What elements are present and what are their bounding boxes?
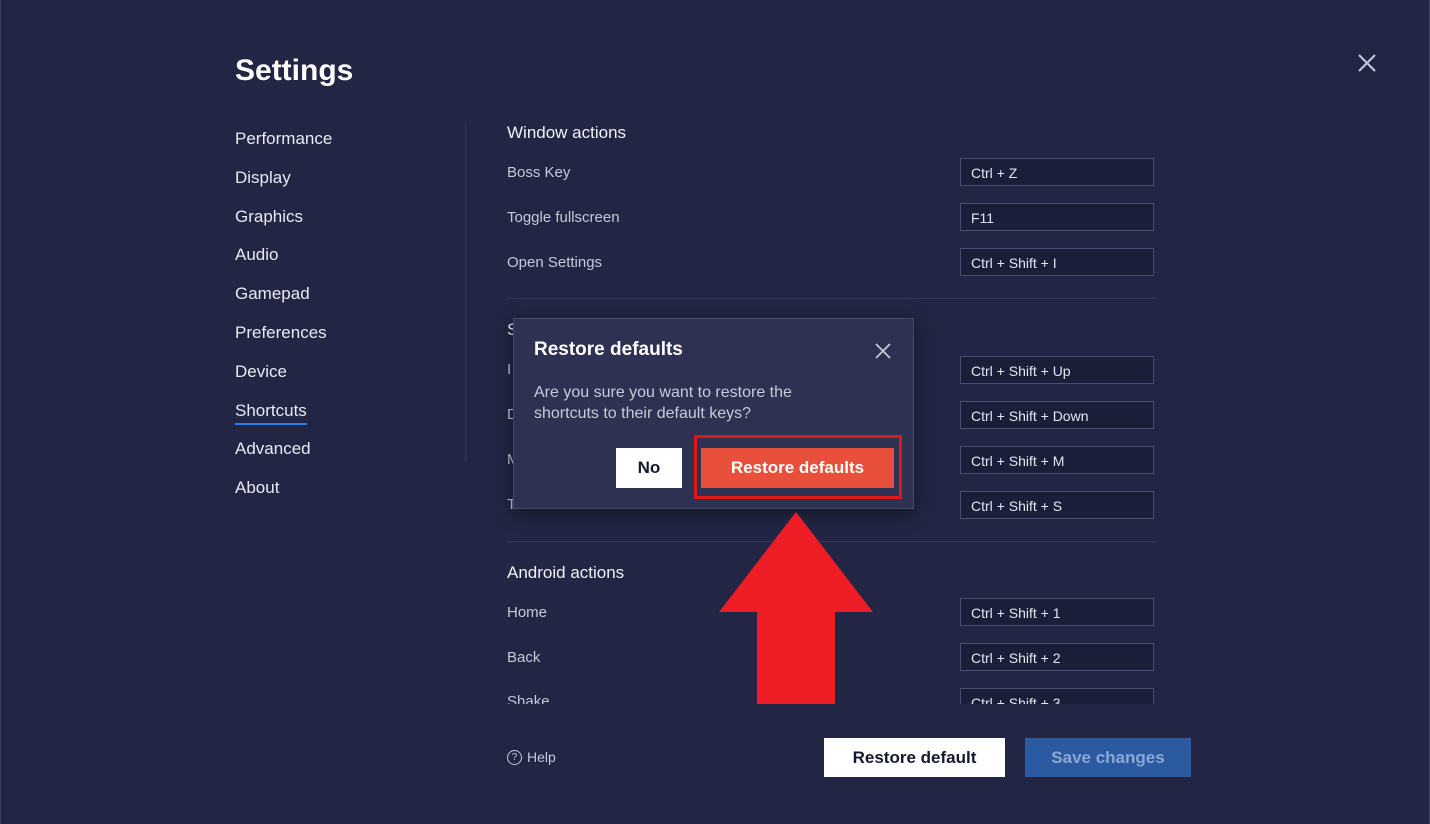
dialog-title: Restore defaults	[534, 339, 683, 360]
help-circle-icon: ?	[507, 749, 522, 765]
sidebar-nav: Performance Display Graphics Audio Gamep…	[235, 128, 332, 516]
shortcut-label: Shake	[507, 693, 550, 704]
shortcut-label: Open Settings	[507, 254, 603, 271]
shortcut-key-input[interactable]: Ctrl + Shift + 2	[960, 643, 1154, 671]
shortcut-key-input[interactable]: F11	[960, 203, 1154, 231]
shortcut-key-input[interactable]: Ctrl + Shift + S	[960, 491, 1154, 519]
shortcut-label: Home	[507, 604, 548, 621]
sidebar-item-label: Graphics	[235, 206, 304, 226]
sidebar-item-label: Gamepad	[235, 284, 310, 304]
shortcut-key-input[interactable]: Ctrl + Shift + 1	[960, 598, 1154, 626]
help-link[interactable]: ? Help	[507, 749, 556, 765]
save-changes-button[interactable]: Save changes	[1025, 738, 1191, 777]
shortcut-label: I	[507, 361, 512, 378]
shortcut-label: Toggle fullscreen	[507, 209, 620, 226]
sidebar-item-display[interactable]: Display	[235, 167, 332, 206]
sidebar-item-preferences[interactable]: Preferences	[235, 322, 332, 361]
sidebar-item-graphics[interactable]: Graphics	[235, 206, 332, 245]
annotation-highlight-box	[694, 435, 902, 499]
sidebar-item-label: Display	[235, 167, 291, 187]
sidebar-divider	[465, 123, 466, 463]
section-title-android-actions: Android actions	[507, 563, 625, 582]
sidebar-item-device[interactable]: Device	[235, 361, 332, 400]
sidebar-item-label: Device	[235, 361, 287, 381]
sidebar-item-audio[interactable]: Audio	[235, 244, 332, 283]
shortcut-key-input[interactable]: Ctrl + Shift + M	[960, 446, 1154, 474]
no-button[interactable]: No	[616, 448, 682, 488]
section-divider	[507, 298, 1156, 299]
help-label: Help	[527, 749, 556, 765]
shortcut-key-input[interactable]: Ctrl + Shift + Down	[960, 401, 1154, 429]
shortcut-key-input[interactable]: Ctrl + Shift + Up	[960, 356, 1154, 384]
restore-default-button[interactable]: Restore default	[824, 738, 1005, 777]
sidebar-item-label: Advanced	[235, 439, 311, 459]
sidebar-item-label: Performance	[235, 129, 333, 148]
close-icon[interactable]	[1354, 50, 1380, 76]
shortcut-key-input[interactable]: Ctrl + Z	[960, 158, 1154, 186]
close-icon[interactable]	[873, 341, 893, 361]
section-title-window-actions: Window actions	[507, 123, 627, 142]
sidebar-item-gamepad[interactable]: Gamepad	[235, 283, 332, 322]
window-border-left	[0, 0, 1, 824]
red-arrow-up-icon	[719, 512, 873, 704]
sidebar-item-shortcuts[interactable]: Shortcuts	[235, 400, 332, 439]
sidebar-item-performance[interactable]: Performance	[235, 128, 332, 167]
sidebar-item-about[interactable]: About	[235, 477, 332, 516]
shortcut-label: Boss Key	[507, 164, 571, 181]
sidebar-item-label: Audio	[235, 245, 279, 265]
sidebar-item-advanced[interactable]: Advanced	[235, 438, 332, 477]
shortcut-label: Back	[507, 649, 541, 666]
sidebar-item-label: Preferences	[235, 322, 327, 342]
shortcut-key-input[interactable]: Ctrl + Shift + 3	[960, 688, 1154, 704]
sidebar-item-label: About	[235, 478, 280, 498]
page-title: Settings	[235, 54, 354, 87]
dialog-message: Are you sure you want to restore the sho…	[534, 384, 792, 422]
sidebar-item-label: Shortcuts	[235, 400, 307, 425]
shortcut-key-input[interactable]: Ctrl + Shift + I	[960, 248, 1154, 276]
